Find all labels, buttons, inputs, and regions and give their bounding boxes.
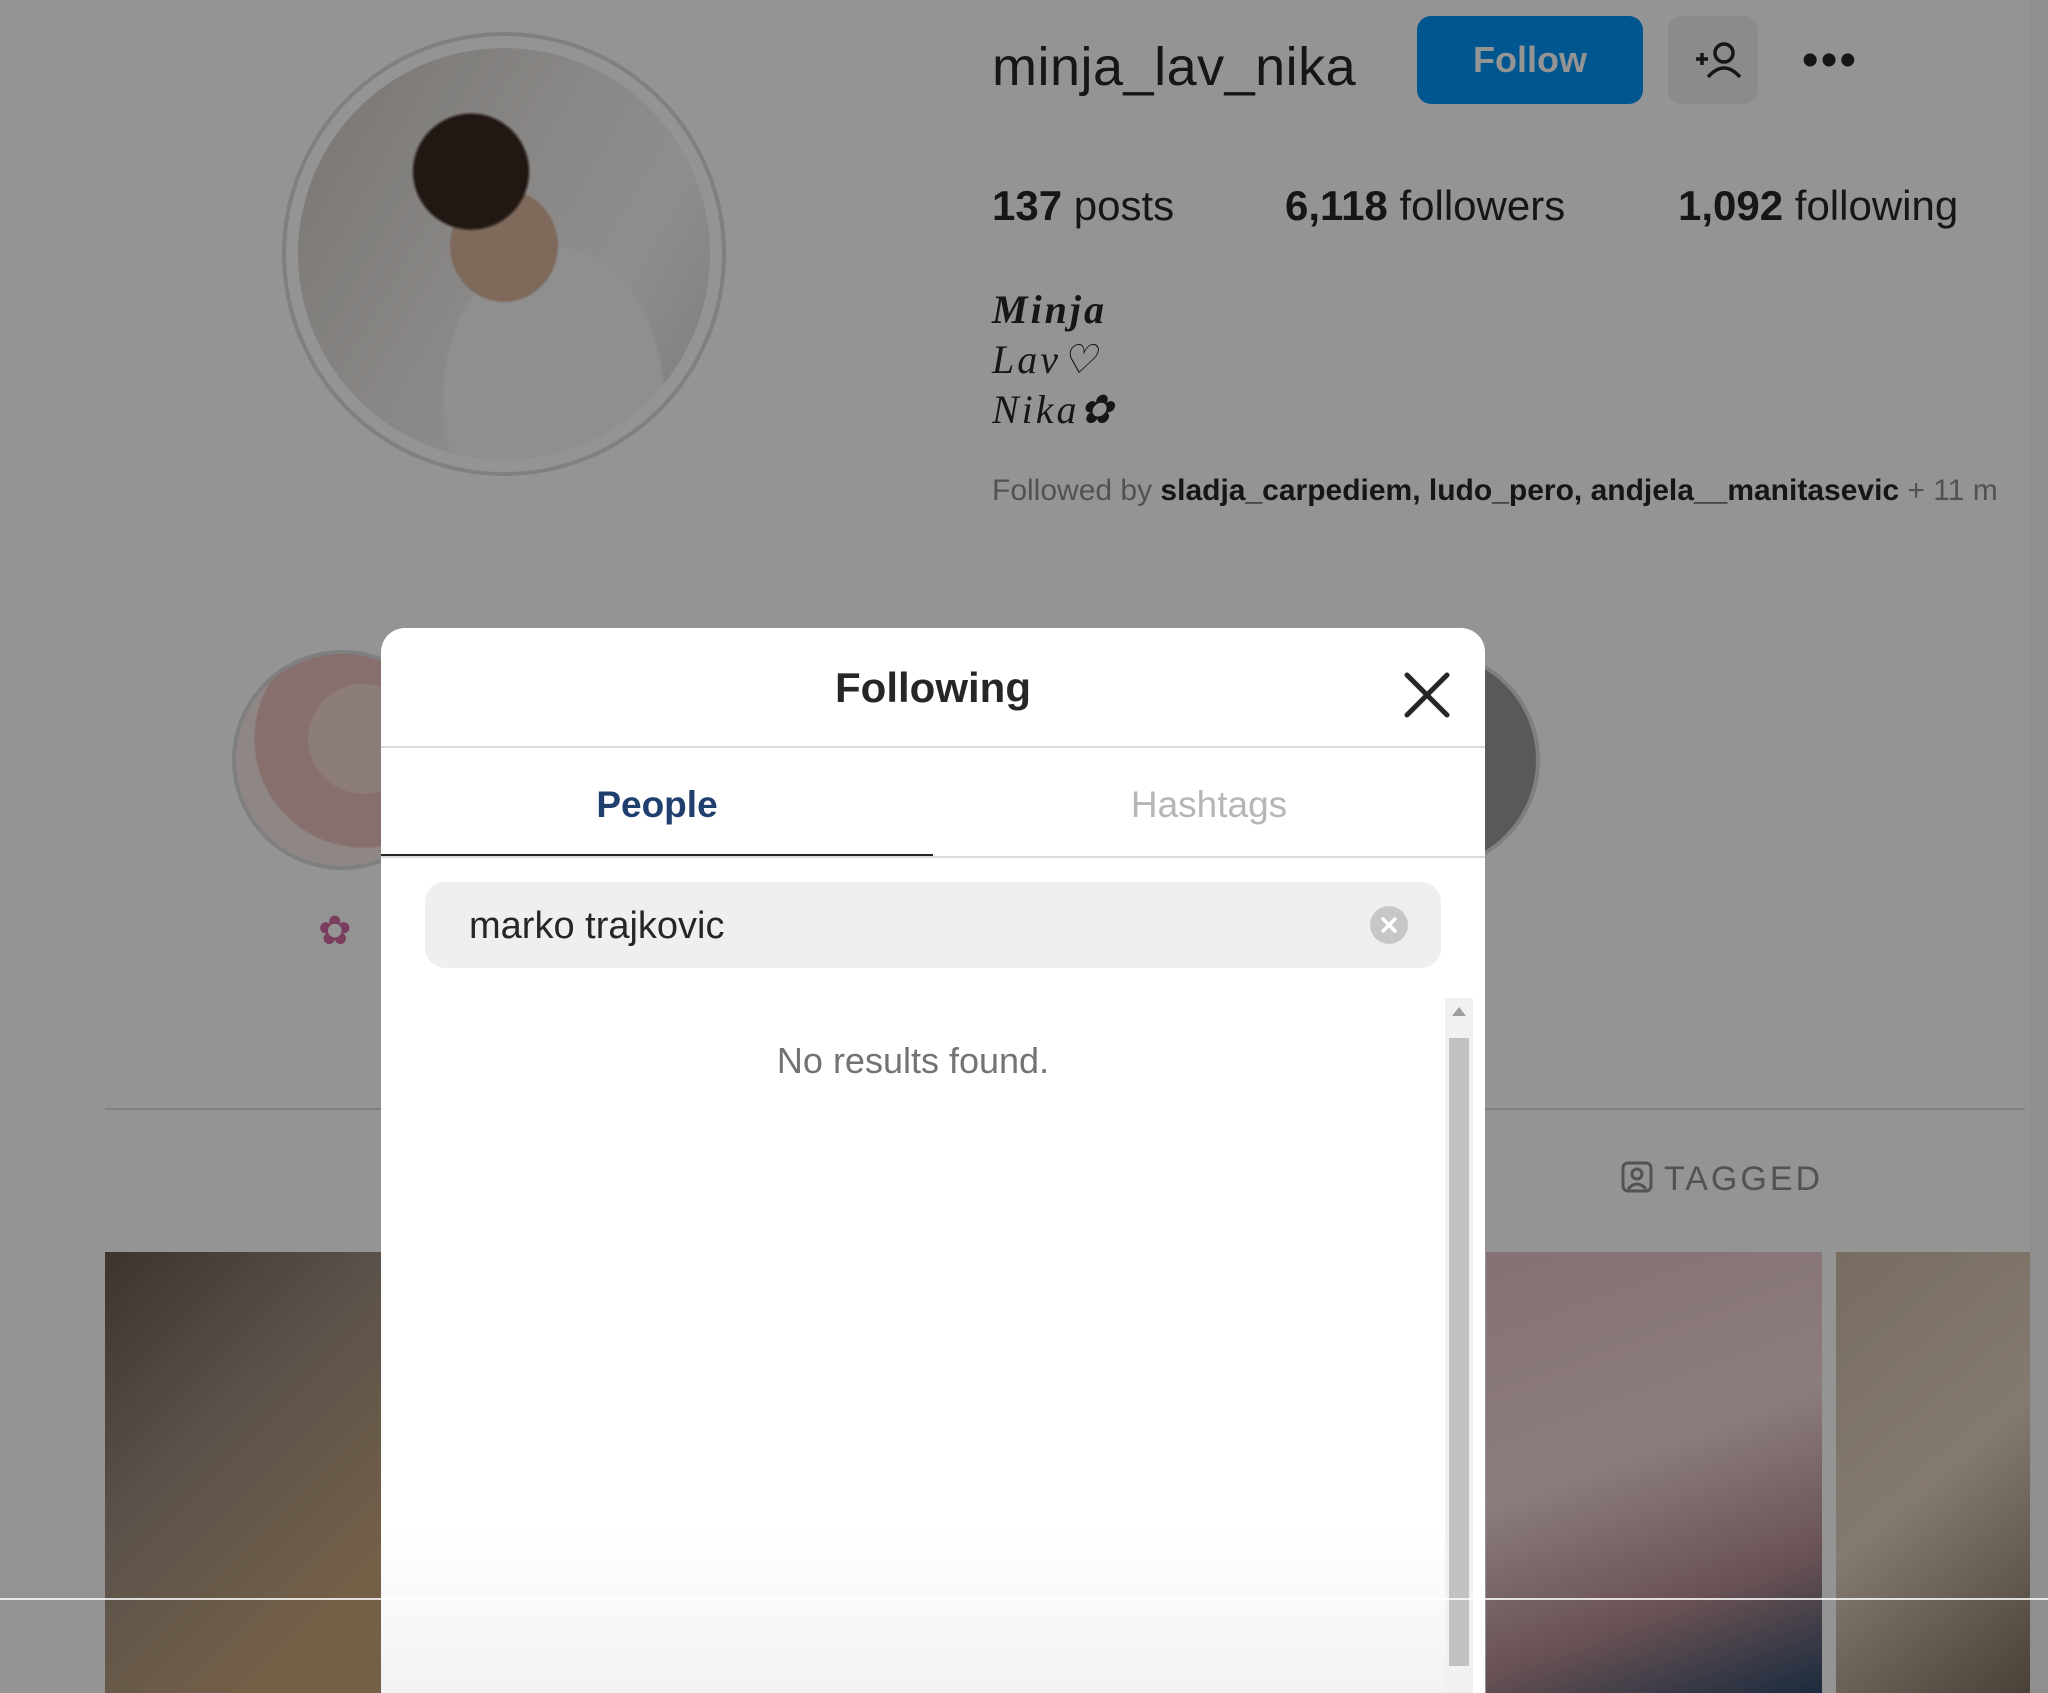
search-box — [425, 882, 1441, 970]
scroll-up-arrow[interactable] — [1445, 998, 1473, 1026]
tab-hashtags[interactable]: Hashtags — [933, 746, 1485, 864]
tab-people[interactable]: People — [381, 746, 933, 864]
search-input[interactable] — [467, 882, 1351, 970]
clear-search-icon — [1381, 917, 1397, 933]
chevron-up-icon — [1452, 1007, 1466, 1016]
close-icon — [1404, 672, 1450, 718]
video-progress-line — [0, 1598, 2048, 1600]
scrollbar-thumb[interactable] — [1449, 1038, 1469, 1666]
empty-results-message: No results found. — [776, 1040, 1050, 1081]
tabs-bottom-divider — [381, 856, 1485, 858]
dialog-title: Following — [835, 664, 1031, 711]
list-bottom-fade — [381, 1528, 1445, 1693]
following-dialog: Following People Hashtags No results fou… — [381, 628, 1485, 1693]
clear-search-button[interactable] — [1370, 906, 1408, 944]
close-button[interactable] — [1381, 654, 1461, 734]
